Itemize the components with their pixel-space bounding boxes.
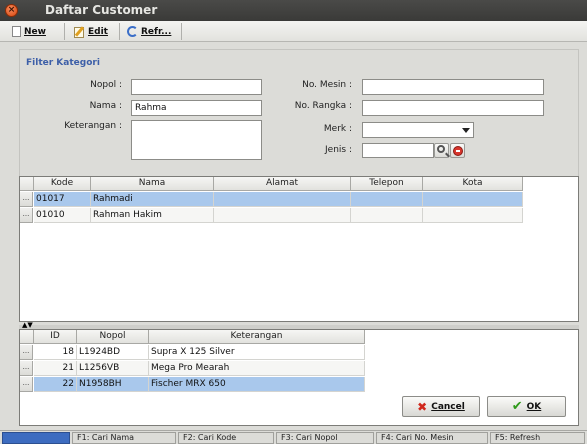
row-header[interactable]: ... [20, 208, 33, 223]
new-icon [12, 26, 21, 37]
new-button[interactable]: New [12, 23, 46, 40]
status-hint: F2: Cari Kode [178, 432, 274, 444]
cell-id: 21 [34, 361, 77, 376]
column-header[interactable]: Alamat [214, 177, 351, 191]
nopol-field[interactable] [131, 79, 262, 95]
splitter-arrows-icon[interactable]: ▲▼ [22, 322, 33, 329]
cell-kode: 01017 [34, 192, 91, 207]
refresh-button[interactable]: Refr... [127, 23, 171, 40]
cell-nama: Rahman Hakim [91, 208, 214, 223]
nama-field[interactable]: Rahma [131, 100, 262, 116]
edit-icon [73, 26, 85, 38]
refresh-label: Refr... [141, 26, 172, 37]
ok-button[interactable]: ✔ OK [487, 396, 566, 417]
status-bar: F1: Cari Nama F2: Cari Kode F3: Cari Nop… [0, 430, 587, 444]
cell-kode: 01010 [34, 208, 91, 223]
mesin-label: No. Mesin : [302, 80, 352, 90]
merk-select[interactable] [362, 122, 474, 138]
cell-id: 18 [34, 345, 77, 360]
merk-label: Merk : [323, 124, 352, 134]
cell-alamat [214, 208, 351, 223]
close-icon[interactable]: × [5, 4, 18, 17]
column-header[interactable]: Kode [34, 177, 91, 191]
cancel-label: Cancel [431, 401, 465, 412]
status-indicator [2, 432, 70, 444]
search-icon [437, 145, 445, 153]
table-row[interactable]: ... 01010 Rahman Hakim [20, 208, 578, 223]
status-hint: F4: Cari No. Mesin [376, 432, 488, 444]
column-header[interactable]: Keterangan [149, 330, 365, 344]
column-header[interactable]: Nopol [77, 330, 149, 344]
row-header[interactable]: ... [20, 361, 33, 376]
keterangan-label: Keterangan : [64, 121, 122, 131]
title-bar: × Daftar Customer [0, 0, 587, 21]
cell-nopol: L1924BD [77, 345, 149, 360]
ok-icon: ✔ [511, 398, 523, 414]
cell-keterangan: Fischer MRX 650 [149, 377, 365, 392]
row-header[interactable]: ... [20, 192, 33, 207]
filter-title: Filter Kategori [26, 58, 100, 68]
clear-icon [453, 146, 463, 156]
column-header[interactable]: Nama [91, 177, 214, 191]
edit-button[interactable]: Edit [73, 23, 108, 40]
nopol-label: Nopol : [90, 80, 122, 90]
mesin-field[interactable] [362, 79, 544, 95]
cell-keterangan: Mega Pro Mearah [149, 361, 365, 376]
window-title: Daftar Customer [45, 3, 158, 17]
status-hint: F1: Cari Nama [72, 432, 176, 444]
table-row[interactable]: ... 18 L1924BD Supra X 125 Silver [20, 345, 578, 360]
column-header[interactable]: ID [34, 330, 77, 344]
toolbar-separator [181, 23, 182, 40]
table-row[interactable]: ... 21 L1256VB Mega Pro Mearah [20, 361, 578, 376]
cell-keterangan: Supra X 125 Silver [149, 345, 365, 360]
table-row[interactable]: ... 01017 Rahmadi [20, 192, 578, 207]
keterangan-field[interactable] [131, 120, 262, 160]
cancel-icon: ✖ [417, 399, 428, 414]
dropdown-icon [462, 128, 470, 133]
ok-label: OK [526, 401, 542, 412]
refresh-icon [127, 26, 138, 37]
cell-id: 22 [34, 377, 77, 392]
rangka-label: No. Rangka : [294, 101, 352, 111]
rangka-field[interactable] [362, 100, 544, 116]
customer-table[interactable]: Kode Nama Alamat Telepon Kota ... 01017 … [19, 176, 579, 322]
row-header[interactable]: ... [20, 377, 33, 392]
toolbar-separator [64, 23, 65, 40]
new-label: New [24, 26, 46, 37]
toolbar-separator [119, 23, 120, 40]
cancel-button[interactable]: ✖ Cancel [402, 396, 480, 417]
edit-label: Edit [88, 26, 108, 37]
table-corner [20, 330, 34, 344]
table-row[interactable]: ... 22 N1958BH Fischer MRX 650 [20, 377, 578, 392]
cell-alamat [214, 192, 351, 207]
column-header[interactable]: Kota [423, 177, 523, 191]
jenis-field[interactable] [362, 143, 434, 158]
main-panel: Filter Kategori Nopol : Nama : Rahma Ket… [0, 42, 587, 430]
row-header[interactable]: ... [20, 345, 33, 360]
jenis-clear-button[interactable] [450, 143, 465, 158]
cell-telepon [351, 208, 423, 223]
toolbar: New Edit Refr... [0, 21, 587, 42]
nama-label: Nama : [89, 101, 122, 111]
column-header[interactable]: Telepon [351, 177, 423, 191]
app-window: × Daftar Customer New Edit Refr... Filte… [0, 0, 587, 444]
status-hint: F3: Cari Nopol [276, 432, 374, 444]
jenis-search-button[interactable] [434, 143, 449, 158]
cell-kota [423, 208, 523, 223]
cell-kota [423, 192, 523, 207]
table-corner [20, 177, 34, 191]
jenis-label: Jenis : [325, 145, 352, 155]
cell-telepon [351, 192, 423, 207]
status-hint: F5: Refresh [490, 432, 585, 444]
cell-nopol: L1256VB [77, 361, 149, 376]
cell-nopol: N1958BH [77, 377, 149, 392]
cell-nama: Rahmadi [91, 192, 214, 207]
